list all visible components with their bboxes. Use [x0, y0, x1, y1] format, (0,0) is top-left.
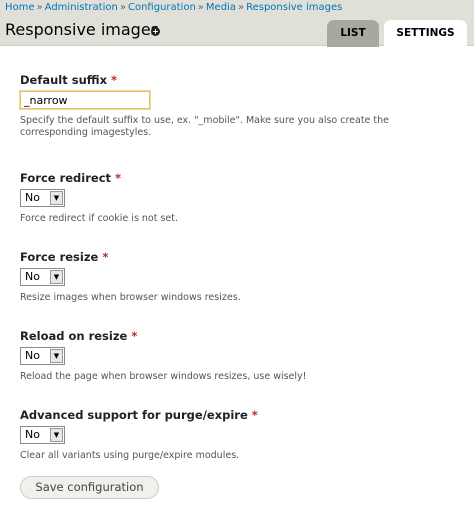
reload-on-resize-label: Reload on resize *	[20, 329, 460, 343]
breadcrumb-home[interactable]: Home	[5, 2, 35, 13]
force-redirect-description: Force redirect if cookie is not set.	[20, 213, 179, 224]
force-redirect-value: No	[25, 191, 40, 204]
purge-expire-select[interactable]: No ▼	[20, 426, 65, 444]
reload-on-resize-description: Reload the page when browser windows res…	[20, 371, 307, 382]
reload-on-resize-value: No	[25, 349, 40, 362]
default-suffix-field: Default suffix * Specify the default suf…	[19, 73, 460, 171]
chevron-down-icon[interactable]: ▼	[50, 270, 63, 284]
force-resize-label: Force resize *	[20, 250, 460, 264]
force-resize-field: Force resize * No ▼ Resize images when br…	[20, 250, 460, 329]
chevron-down-icon[interactable]: ▼	[50, 191, 63, 205]
default-suffix-label-text: Default suffix	[20, 73, 108, 87]
purge-expire-description: Clear all variants using purge/expire mo…	[20, 450, 240, 461]
breadcrumb-separator: »	[36, 2, 43, 13]
reload-on-resize-field: Reload on resize * No ▼ Reload the page w…	[20, 329, 460, 408]
reload-on-resize-label-text: Reload on resize	[20, 329, 128, 343]
purge-expire-field: Advanced support for purge/expire * No ▼ …	[20, 408, 460, 462]
default-suffix-description-line: Specify the default suffix to use, ex. "…	[20, 115, 390, 126]
force-redirect-label-text: Force redirect	[20, 171, 112, 185]
breadcrumb-responsive-images[interactable]: Responsive images	[246, 2, 342, 13]
required-marker: *	[131, 329, 138, 343]
plus-circle-icon[interactable]: +	[151, 27, 160, 36]
chevron-down-icon[interactable]: ▼	[50, 349, 63, 363]
tab-settings[interactable]: SETTINGS	[384, 20, 467, 47]
breadcrumb-separator: »	[119, 2, 126, 13]
breadcrumb: Home» Administration» Configuration» Media»…	[5, 2, 342, 13]
page-title: Responsive images	[5, 20, 160, 39]
default-suffix-input[interactable]	[19, 90, 151, 110]
breadcrumb-configuration[interactable]: Configuration	[128, 2, 196, 13]
default-suffix-description: Specify the default suffix to use, ex. "…	[20, 115, 460, 139]
required-marker: *	[115, 171, 122, 185]
purge-expire-label: Advanced support for purge/expire *	[20, 408, 460, 422]
breadcrumb-separator: »	[197, 2, 204, 13]
force-resize-description: Resize images when browser windows resiz…	[20, 292, 241, 303]
force-redirect-select[interactable]: No ▼	[20, 189, 65, 207]
force-resize-label-text: Force resize	[20, 250, 99, 264]
purge-expire-label-text: Advanced support for purge/expire	[20, 408, 248, 422]
required-marker: *	[111, 73, 118, 87]
force-redirect-field: Force redirect * No ▼ Force redirect if c…	[20, 171, 460, 250]
breadcrumb-separator: »	[237, 2, 245, 13]
required-marker: *	[102, 250, 109, 264]
reload-on-resize-select[interactable]: No ▼	[20, 347, 65, 365]
chevron-down-icon[interactable]: ▼	[50, 428, 63, 442]
settings-form: Default suffix * Specify the default suf…	[19, 73, 460, 462]
required-marker: *	[251, 408, 258, 422]
breadcrumb-media[interactable]: Media	[206, 2, 236, 13]
force-resize-select[interactable]: No ▼	[20, 268, 65, 286]
force-redirect-label: Force redirect *	[20, 171, 460, 185]
breadcrumb-administration[interactable]: Administration	[45, 2, 118, 13]
default-suffix-description-line: corresponding imagestyles.	[20, 127, 152, 138]
page-header: Home» Administration» Configuration» Media»…	[0, 0, 474, 47]
tab-list[interactable]: LIST	[327, 20, 379, 47]
default-suffix-label: Default suffix *	[20, 73, 460, 87]
force-resize-value: No	[25, 270, 40, 283]
save-configuration-button[interactable]: Save configuration	[20, 476, 159, 499]
purge-expire-value: No	[25, 428, 40, 441]
